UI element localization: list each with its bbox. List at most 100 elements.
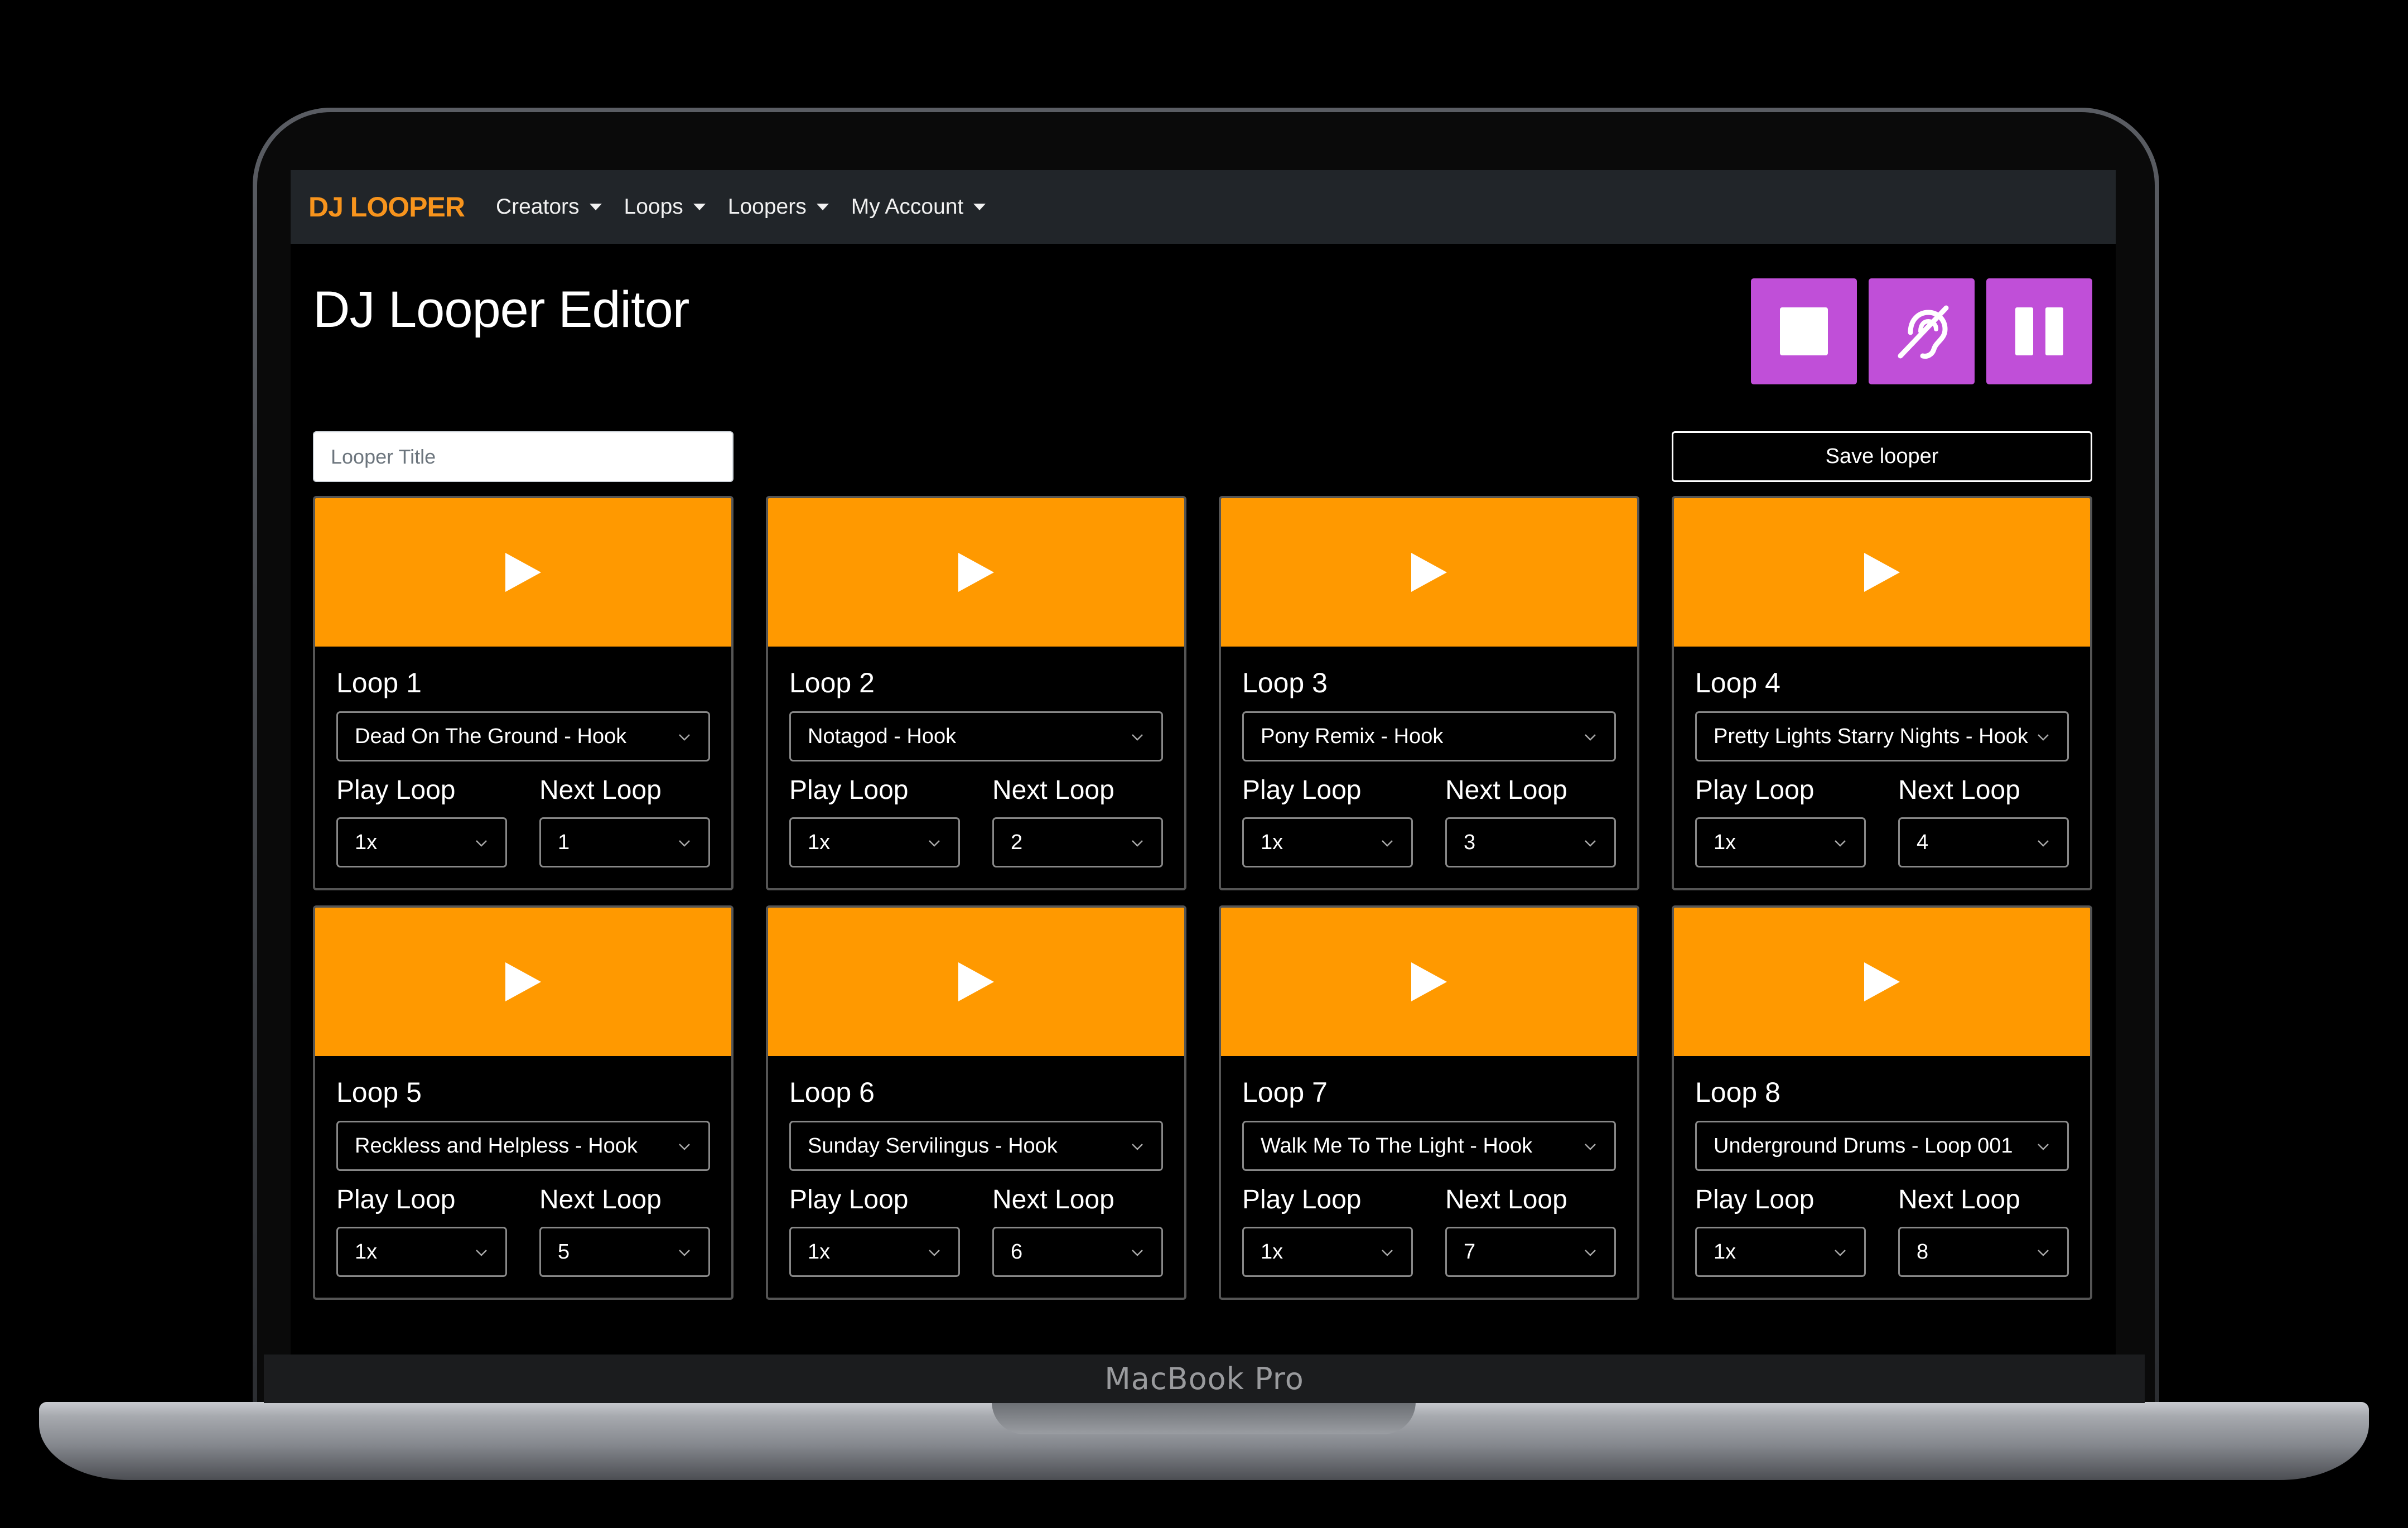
track-select-value: Underground Drums - Loop 001 [1714, 1134, 2013, 1158]
next-loop-select[interactable]: 1 [539, 817, 710, 867]
loop-play-button[interactable] [315, 908, 731, 1056]
loop-play-button[interactable] [1674, 908, 2090, 1056]
track-select[interactable]: Notagod - Hook [789, 711, 1163, 761]
hearing-disabled-icon [1898, 305, 1949, 359]
play-loop-label: Play Loop [1695, 775, 1815, 805]
loop-play-button[interactable] [1674, 498, 2090, 647]
caret-down-icon [973, 204, 986, 210]
track-select-value: Notagod - Hook [808, 724, 957, 748]
chevron-down-icon [1585, 1250, 1596, 1256]
next-loop-select[interactable]: 7 [1445, 1227, 1616, 1277]
hearing-button[interactable] [1869, 278, 1975, 384]
chevron-down-icon [1585, 734, 1596, 741]
pause-icon [2015, 307, 2063, 355]
play-loop-value: 1x [808, 830, 831, 854]
nav-loops[interactable]: Loops [624, 195, 706, 219]
chevron-down-icon [476, 840, 487, 847]
play-icon [1864, 962, 1900, 1001]
next-loop-select[interactable]: 8 [1898, 1227, 2069, 1277]
play-loop-select[interactable]: 1x [789, 817, 960, 867]
play-loop-label: Play Loop [1242, 775, 1362, 805]
loop-title: Loop 1 [336, 667, 422, 698]
loop-card-3: Loop 3 Pony Remix - Hook Play Loop Next … [1219, 496, 1639, 890]
track-select[interactable]: Dead On The Ground - Hook [336, 711, 710, 761]
play-icon [958, 962, 994, 1001]
pause-button[interactable] [1986, 278, 2092, 384]
track-select[interactable]: Pretty Lights Starry Nights - Hook [1695, 711, 2069, 761]
play-loop-label: Play Loop [789, 1185, 909, 1214]
next-loop-value: 6 [1011, 1240, 1023, 1264]
play-icon [1411, 962, 1447, 1001]
chevron-down-icon [1382, 840, 1393, 847]
chevron-down-icon [679, 840, 690, 847]
track-select-value: Walk Me To The Light - Hook [1261, 1134, 1533, 1158]
loop-card-8: Loop 8 Underground Drums - Loop 001 Play… [1672, 905, 2092, 1300]
chevron-down-icon [929, 1250, 940, 1256]
next-loop-label: Next Loop [539, 1185, 662, 1214]
track-select[interactable]: Sunday Servilingus - Hook [789, 1121, 1163, 1171]
loop-play-button[interactable] [315, 498, 731, 647]
play-loop-value: 1x [355, 1240, 378, 1264]
loop-play-button[interactable] [768, 498, 1184, 647]
loop-card-4: Loop 4 Pretty Lights Starry Nights - Hoo… [1672, 496, 2092, 890]
track-select-value: Sunday Servilingus - Hook [808, 1134, 1058, 1158]
stop-icon [1780, 307, 1828, 355]
save-looper-button[interactable]: Save looper [1672, 431, 2092, 482]
track-select[interactable]: Walk Me To The Light - Hook [1242, 1121, 1616, 1171]
next-loop-select[interactable]: 6 [992, 1227, 1163, 1277]
next-loop-select[interactable]: 5 [539, 1227, 710, 1277]
chevron-down-icon [679, 1144, 690, 1150]
nav-creators[interactable]: Creators [496, 195, 602, 219]
next-loop-label: Next Loop [539, 775, 662, 805]
nav-loopers[interactable]: Loopers [728, 195, 829, 219]
loop-play-button[interactable] [768, 908, 1184, 1056]
play-loop-label: Play Loop [1695, 1185, 1815, 1214]
play-loop-select[interactable]: 1x [1695, 1227, 1866, 1277]
chevron-down-icon [2038, 1250, 2049, 1256]
play-icon [958, 553, 994, 592]
chevron-down-icon [2038, 840, 2049, 847]
brand-logo[interactable]: DJ LOOPER [308, 191, 465, 223]
loop-title: Loop 5 [336, 1077, 422, 1108]
loop-title: Loop 7 [1242, 1077, 1328, 1108]
track-select[interactable]: Pony Remix - Hook [1242, 711, 1616, 761]
loop-title: Loop 4 [1695, 667, 1780, 698]
next-loop-select[interactable]: 4 [1898, 817, 2069, 867]
play-loop-select[interactable]: 1x [336, 1227, 507, 1277]
page-title: DJ Looper Editor [313, 281, 689, 338]
play-loop-label: Play Loop [789, 775, 909, 805]
loop-play-button[interactable] [1221, 908, 1637, 1056]
play-loop-value: 1x [1714, 1240, 1736, 1264]
chevron-down-icon [1585, 1144, 1596, 1150]
play-loop-value: 1x [1714, 830, 1736, 854]
next-loop-label: Next Loop [1445, 1185, 1567, 1214]
play-loop-select[interactable]: 1x [789, 1227, 960, 1277]
next-loop-value: 8 [1917, 1240, 1929, 1264]
next-loop-select[interactable]: 2 [992, 817, 1163, 867]
caret-down-icon [589, 204, 602, 210]
next-loop-label: Next Loop [992, 775, 1114, 805]
stop-button[interactable] [1751, 278, 1857, 384]
track-select[interactable]: Reckless and Helpless - Hook [336, 1121, 710, 1171]
next-loop-value: 2 [1011, 830, 1023, 854]
play-loop-select[interactable]: 1x [1242, 1227, 1413, 1277]
track-select[interactable]: Underground Drums - Loop 001 [1695, 1121, 2069, 1171]
caret-down-icon [816, 204, 829, 210]
chevron-down-icon [1835, 1250, 1846, 1256]
chevron-down-icon [2038, 1144, 2049, 1150]
nav-my-account[interactable]: My Account [851, 195, 986, 219]
loop-title: Loop 6 [789, 1077, 875, 1108]
screen: DJ LOOPER Creators Loops Loopers My Acco… [291, 170, 2116, 1355]
navbar: DJ LOOPER Creators Loops Loopers My Acco… [291, 170, 2116, 244]
chevron-down-icon [476, 1250, 487, 1256]
play-loop-select[interactable]: 1x [1242, 817, 1413, 867]
next-loop-label: Next Loop [992, 1185, 1114, 1214]
play-loop-value: 1x [1261, 1240, 1283, 1264]
play-loop-select[interactable]: 1x [336, 817, 507, 867]
play-loop-select[interactable]: 1x [1695, 817, 1866, 867]
loop-play-button[interactable] [1221, 498, 1637, 647]
play-loop-value: 1x [1261, 830, 1283, 854]
looper-title-input[interactable] [313, 431, 734, 482]
play-icon [1864, 553, 1900, 592]
next-loop-select[interactable]: 3 [1445, 817, 1616, 867]
